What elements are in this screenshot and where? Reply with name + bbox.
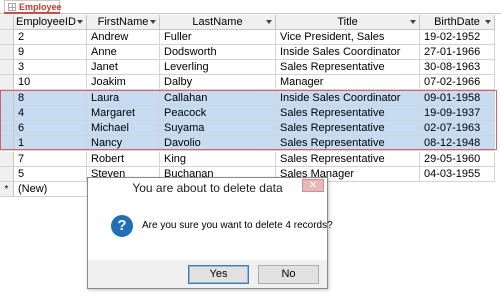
table-row-selected[interactable]: 4 Margaret Peacock Sales Representative … xyxy=(0,106,501,121)
new-record-marker[interactable]: * xyxy=(0,182,14,197)
cell-birthdate[interactable]: 09-01-1958 xyxy=(420,91,495,106)
table-row[interactable]: 3 Janet Leverling Sales Representative 3… xyxy=(0,60,501,75)
dialog-title: You are about to delete data xyxy=(88,178,327,198)
table-row-selected[interactable]: 6 Michael Suyama Sales Representative 02… xyxy=(0,121,501,136)
row-selector[interactable] xyxy=(0,45,14,60)
yes-button[interactable]: Yes xyxy=(188,265,249,284)
cell-birthdate[interactable]: 04-03-1955 xyxy=(420,167,495,182)
row-selector[interactable] xyxy=(0,136,14,151)
table-row-selected[interactable]: 1 Nancy Davolio Sales Representative 08-… xyxy=(0,136,501,151)
row-selector[interactable] xyxy=(0,167,14,182)
column-header-row: EmployeeID FirstName LastName Title Birt… xyxy=(0,15,501,30)
column-header-birthdate[interactable]: BirthDate xyxy=(420,15,495,30)
cell-birthdate[interactable]: 29-05-1960 xyxy=(420,152,495,167)
cell-employeeid[interactable]: 4 xyxy=(14,106,87,121)
cell-lastname[interactable]: Suyama xyxy=(160,121,276,136)
no-button[interactable]: No xyxy=(258,265,319,284)
row-selector[interactable] xyxy=(0,106,14,121)
cell-employeeid[interactable]: 7 xyxy=(14,152,87,167)
cell-lastname[interactable]: Davolio xyxy=(160,136,276,151)
chevron-down-icon[interactable] xyxy=(150,20,156,24)
cell-birthdate[interactable]: 30-08-1963 xyxy=(420,60,495,75)
table-row[interactable]: 2 Andrew Fuller Vice President, Sales 19… xyxy=(0,30,501,45)
chevron-down-icon[interactable] xyxy=(77,20,83,24)
column-header-firstname[interactable]: FirstName xyxy=(87,15,160,30)
cell-birthdate[interactable]: 27-01-1966 xyxy=(420,45,495,60)
cell-title[interactable]: Vice President, Sales xyxy=(276,30,420,45)
cell-firstname[interactable]: Michael xyxy=(87,121,160,136)
cell-employeeid[interactable]: 6 xyxy=(14,121,87,136)
new-record-label[interactable]: (New) xyxy=(14,182,87,197)
cell-title[interactable]: Sales Representative xyxy=(276,136,420,151)
close-icon[interactable]: ✕ xyxy=(302,179,324,192)
table-row[interactable]: 9 Anne Dodsworth Inside Sales Coordinato… xyxy=(0,45,501,60)
cell-title[interactable]: Sales Representative xyxy=(276,60,420,75)
cell-title[interactable]: Sales Representative xyxy=(276,121,420,136)
table-row-selected[interactable]: 8 Laura Callahan Inside Sales Coordinato… xyxy=(0,91,501,106)
cell-birthdate[interactable]: 19-02-1952 xyxy=(420,30,495,45)
cell-title[interactable]: Sales Representative xyxy=(276,152,420,167)
delete-confirm-dialog: You are about to delete data ✕ ? Are you… xyxy=(87,177,333,289)
row-selector[interactable] xyxy=(0,30,14,45)
cell-title[interactable]: Manager xyxy=(276,75,420,90)
chevron-down-icon[interactable] xyxy=(485,20,491,24)
cell-title[interactable]: Inside Sales Coordinator xyxy=(276,91,420,106)
question-icon: ? xyxy=(111,215,133,237)
cell-employeeid[interactable]: 2 xyxy=(14,30,87,45)
row-selector[interactable] xyxy=(0,91,14,106)
row-selector[interactable] xyxy=(0,60,14,75)
column-header-lastname[interactable]: LastName xyxy=(160,15,276,30)
cell-lastname[interactable]: Dalby xyxy=(160,75,276,90)
cell-firstname[interactable]: Anne xyxy=(87,45,160,60)
object-tab-strip: Employee xyxy=(0,0,501,14)
row-selector[interactable] xyxy=(0,121,14,136)
cell-title[interactable]: Inside Sales Coordinator xyxy=(276,45,420,60)
row-selector[interactable] xyxy=(0,152,14,167)
tab-active-indicator xyxy=(4,12,60,14)
cell-firstname[interactable]: Nancy xyxy=(87,136,160,151)
dialog-message: Are you sure you want to delete 4 record… xyxy=(142,220,333,231)
table-row[interactable]: 7 Robert King Sales Representative 29-05… xyxy=(0,152,501,167)
dialog-body: ? Are you sure you want to delete 4 reco… xyxy=(88,198,333,260)
table-icon xyxy=(8,3,16,11)
cell-lastname[interactable]: Leverling xyxy=(160,60,276,75)
cell-employeeid[interactable]: 1 xyxy=(14,136,87,151)
cell-lastname[interactable]: Peacock xyxy=(160,106,276,121)
cell-employeeid[interactable]: 3 xyxy=(14,60,87,75)
cell-firstname[interactable]: Andrew xyxy=(87,30,160,45)
cell-firstname[interactable]: Robert xyxy=(87,152,160,167)
cell-firstname[interactable]: Laura xyxy=(87,91,160,106)
cell-birthdate[interactable]: 02-07-1963 xyxy=(420,121,495,136)
chevron-down-icon[interactable] xyxy=(266,20,272,24)
cell-employeeid[interactable]: 5 xyxy=(14,167,87,182)
cell-employeeid[interactable]: 9 xyxy=(14,45,87,60)
chevron-down-icon[interactable] xyxy=(410,20,416,24)
table-row[interactable]: 10 Joakim Dalby Manager 07-02-1966 xyxy=(0,75,501,90)
cell-birthdate[interactable]: 19-09-1937 xyxy=(420,106,495,121)
column-header-employeeid[interactable]: EmployeeID xyxy=(14,15,87,30)
column-header-title[interactable]: Title xyxy=(276,15,420,30)
cell-firstname[interactable]: Janet xyxy=(87,60,160,75)
cell-lastname[interactable]: King xyxy=(160,152,276,167)
cell-firstname[interactable]: Margaret xyxy=(87,106,160,121)
cell-birthdate[interactable]: 08-12-1948 xyxy=(420,136,495,151)
cell-birthdate[interactable]: 07-02-1966 xyxy=(420,75,495,90)
cell-employeeid[interactable]: 8 xyxy=(14,91,87,106)
cell-employeeid[interactable]: 10 xyxy=(14,75,87,90)
cell-lastname[interactable]: Fuller xyxy=(160,30,276,45)
cell-lastname[interactable]: Callahan xyxy=(160,91,276,106)
dialog-button-bar: Yes No xyxy=(88,260,327,288)
select-all-corner[interactable] xyxy=(0,15,14,30)
row-selector[interactable] xyxy=(0,75,14,90)
cell-title[interactable]: Sales Representative xyxy=(276,106,420,121)
cell-lastname[interactable]: Dodsworth xyxy=(160,45,276,60)
cell-firstname[interactable]: Joakim xyxy=(87,75,160,90)
